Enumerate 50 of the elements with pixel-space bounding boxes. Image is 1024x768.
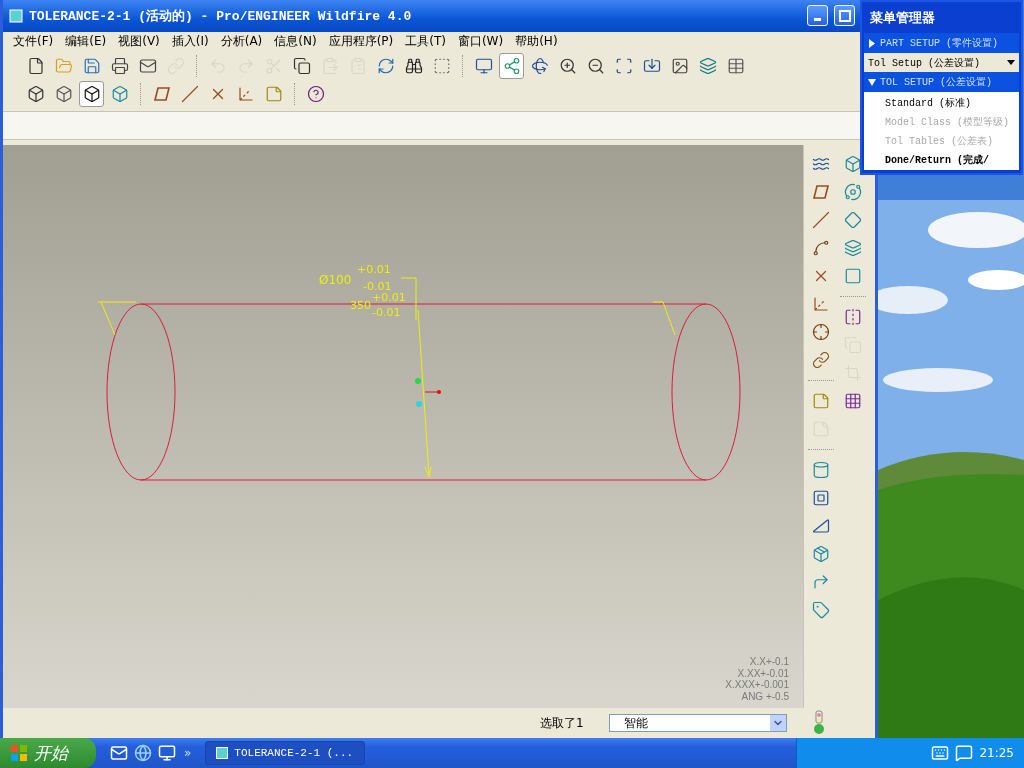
envelope-icon[interactable] (110, 744, 128, 762)
menu-header[interactable]: TOL SETUP (公差设置) (864, 72, 1019, 92)
menu-item[interactable]: Standard (标准) (864, 94, 1019, 113)
monitor-icon[interactable] (158, 744, 176, 762)
menu-item[interactable]: 应用程序(P) (322, 33, 400, 50)
globe-icon[interactable] (134, 744, 152, 762)
windows-logo-icon (10, 744, 28, 762)
window-title: TOLERANCE-2-1 (活动的) - Pro/ENGINEER Wildfire 4.0 (29, 7, 413, 25)
clock-time: 21:25 (979, 746, 1014, 760)
tolerance-note: X.XX+-0.01 (737, 667, 789, 679)
menu-item[interactable]: 帮助(H) (509, 33, 564, 50)
menu-item[interactable]: 编辑(E) (59, 33, 113, 50)
menu-dropdown[interactable]: Tol Setup (公差设置) (864, 52, 1019, 73)
taskbar-window-button[interactable]: TOLERANCE-2-1 (... (205, 741, 366, 765)
maximize-icon (838, 9, 851, 22)
status-message: 选取了1 (540, 714, 584, 732)
menu-item[interactable]: Done/Return (完成/ (864, 151, 1019, 170)
tolerance-value: -0.01 (363, 280, 392, 294)
tolerance-value: +0.01 (357, 263, 391, 277)
app-icon (9, 8, 23, 23)
menu-item[interactable]: 信息(N) (268, 33, 323, 50)
chat-icon[interactable] (955, 744, 974, 762)
menu-item[interactable]: 窗口(W) (451, 33, 510, 50)
menu-item[interactable]: 工具(T) (399, 33, 452, 50)
traffic-light-icon (811, 710, 826, 737)
more-button[interactable]: » (184, 746, 192, 760)
tolerance-note: ANG +-0.5 (741, 690, 789, 702)
dimension-value: 350 (350, 299, 371, 313)
menu-item[interactable]: 插入(I) (165, 33, 215, 50)
tolerance-value: -0.01 (372, 306, 401, 320)
minimize-button[interactable] (807, 5, 828, 27)
triangle-down-icon (1007, 60, 1015, 66)
minimize-icon (814, 18, 821, 22)
leader-line (652, 301, 676, 336)
menu-item[interactable]: 视图(V) (112, 33, 166, 50)
menu-manager-title: 菜单管理器 (869, 8, 936, 27)
filter-dropdown[interactable]: 智能 (608, 714, 787, 733)
tolerance-note: X.XXX+-0.001 (725, 679, 789, 691)
menu-item[interactable]: 分析(A) (214, 33, 269, 50)
app-icon (216, 747, 229, 759)
keyboard-icon[interactable] (931, 744, 950, 762)
leader-line (97, 301, 137, 336)
start-button[interactable]: 开始 (0, 738, 96, 768)
dimension-value: Ø100 (319, 273, 352, 288)
maximize-button[interactable] (834, 5, 855, 27)
tolerance-note: X.X+-0.1 (749, 656, 789, 668)
tolerance-value: +0.01 (372, 291, 406, 305)
menu-header[interactable]: PART SETUP (零件设置) (864, 33, 1019, 53)
menu-item[interactable]: 文件(F) (7, 33, 60, 50)
csys-marker (415, 378, 441, 408)
